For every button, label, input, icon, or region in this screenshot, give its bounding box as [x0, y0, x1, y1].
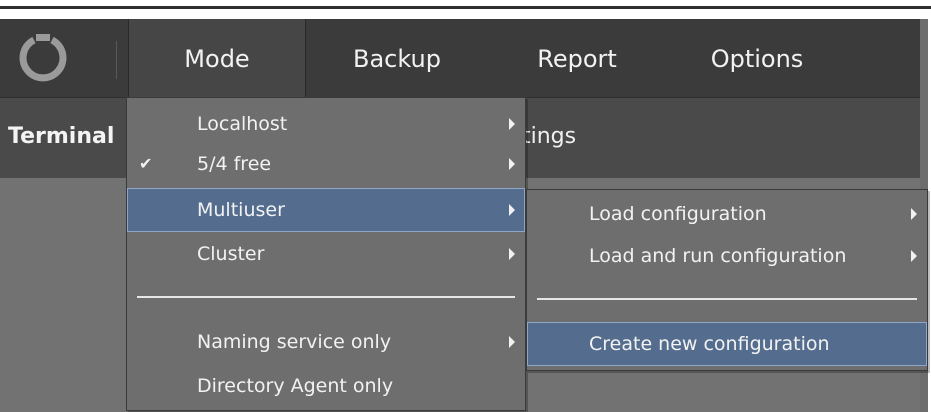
menu-item-label: Localhost — [197, 113, 288, 135]
chevron-right-icon — [911, 250, 917, 262]
menu-item-multiuser[interactable]: Multiuser — [127, 188, 525, 232]
main-menubar: Mode Backup Report Options — [0, 19, 931, 97]
submenu-item-load-and-run-configuration[interactable]: Load and run configuration — [527, 238, 927, 274]
chevron-right-icon — [509, 158, 515, 170]
menu-item-label: Cluster — [197, 243, 265, 265]
ring-logo-icon — [19, 34, 67, 82]
chevron-right-icon — [509, 336, 515, 348]
multiuser-submenu: Load configuration Load and run configur… — [526, 189, 928, 371]
menu-item-label: Load and run configuration — [589, 245, 847, 267]
menu-report[interactable]: Report — [512, 19, 642, 97]
menu-separator — [537, 298, 917, 300]
tab-terminal[interactable]: Terminal — [8, 98, 114, 176]
chevron-right-icon — [509, 118, 515, 130]
menu-item-label: 5/4 free — [197, 153, 272, 175]
window-frame-strip — [0, 6, 931, 9]
menu-options[interactable]: Options — [690, 19, 824, 97]
menu-item-localhost[interactable]: Localhost — [127, 106, 525, 142]
menu-item-cluster[interactable]: Cluster — [127, 236, 525, 272]
menu-item-label: Load configuration — [589, 203, 767, 225]
menu-item-naming-service-only[interactable]: Naming service only — [127, 324, 525, 360]
menu-item-label: Create new configuration — [589, 333, 830, 355]
menu-item-label: Multiuser — [197, 199, 285, 221]
menu-item-label: Naming service only — [197, 331, 392, 353]
chevron-right-icon — [911, 208, 917, 220]
tab-settings[interactable]: tings — [522, 98, 576, 176]
submenu-item-create-new-configuration[interactable]: Create new configuration — [527, 322, 927, 366]
chevron-right-icon — [509, 248, 515, 260]
submenu-item-load-configuration[interactable]: Load configuration — [527, 196, 927, 232]
menu-item-5-4-free[interactable]: ✔ 5/4 free — [127, 146, 525, 182]
chevron-right-icon — [509, 204, 515, 216]
mode-dropdown-menu: Localhost ✔ 5/4 free Multiuser Cluster N… — [126, 97, 526, 411]
menu-item-label: Directory Agent only — [197, 375, 394, 397]
menu-item-directory-agent-only[interactable]: Directory Agent only — [127, 368, 525, 404]
menubar-divider — [116, 41, 117, 79]
menu-separator — [137, 296, 515, 298]
menu-backup[interactable]: Backup — [330, 19, 464, 97]
checkmark-icon: ✔ — [139, 154, 153, 173]
menu-mode[interactable]: Mode — [128, 19, 306, 97]
